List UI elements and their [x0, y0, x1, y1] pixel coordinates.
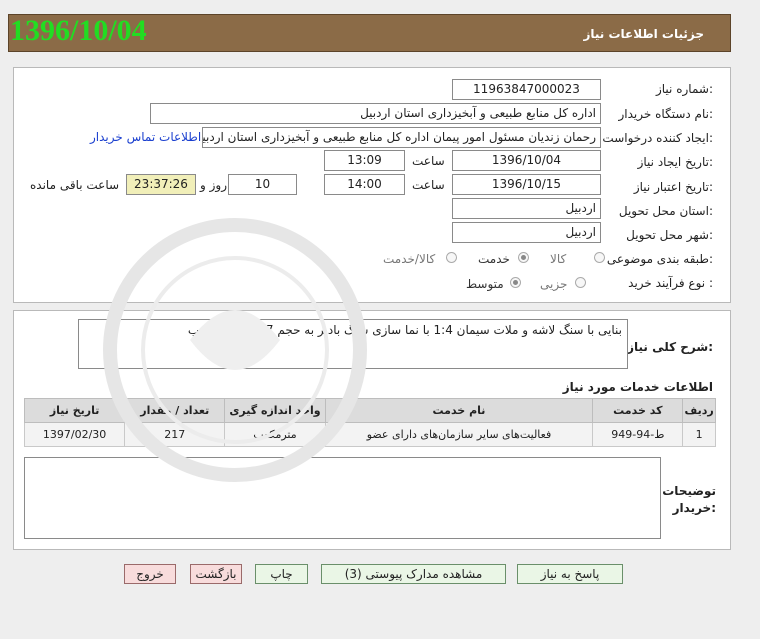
col-service-code: کد خدمت — [592, 398, 684, 423]
need-number-label: شماره نیاز: — [655, 82, 713, 96]
creator-label: ایجاد کننده درخواست: — [602, 131, 713, 145]
days-label: روز و — [200, 178, 227, 192]
validity-time-label: ساعت — [412, 178, 445, 192]
remaining-time-field: 23:37:26 — [126, 174, 196, 195]
city-label: شهر محل تحویل: — [626, 228, 713, 242]
description-textarea: بنایی با سنگ لاشه و ملات سیمان 1:4 با نم… — [78, 319, 628, 369]
creator-field: رحمان زندیان مسئول امور پیمان اداره کل م… — [202, 127, 601, 148]
category-radio-service[interactable] — [518, 252, 529, 263]
contact-info-link[interactable]: اطلاعات تماس خریدار — [90, 130, 201, 144]
process-option-medium: متوسط — [466, 277, 504, 291]
buyer-notes-label-line1: توضیحات — [662, 484, 716, 498]
process-option-minor: جزیی — [540, 277, 568, 291]
category-option-goods: کالا — [550, 252, 567, 266]
category-label: طبقه بندی موضوعی: — [606, 252, 713, 266]
category-radio-goods-service[interactable] — [446, 252, 457, 263]
buyer-label: نام دستگاه خریدار: — [618, 107, 714, 121]
col-need-date: تاریخ نیاز — [23, 398, 126, 423]
created-date-field: 1396/10/04 — [452, 150, 601, 171]
province-field: اردبیل — [452, 198, 601, 219]
need-number-field: 11963847000023 — [452, 79, 601, 100]
remaining-time-label: ساعت باقی مانده — [30, 178, 120, 192]
cell-row: 1 — [682, 422, 716, 447]
page-title: جزئیات اطلاعات نیاز — [583, 27, 704, 41]
cell-service-code: ط-94-949 — [592, 422, 684, 447]
province-label: استان محل تحویل: — [618, 204, 713, 218]
exit-button[interactable]: خروج — [124, 564, 176, 584]
col-row: ردیف — [682, 398, 716, 423]
cell-quantity: 217 — [124, 422, 226, 447]
col-quantity: تعداد / مقدار — [124, 398, 226, 423]
cell-service-name: فعالیت‌های سایر سازمان‌های دارای عضو — [324, 422, 594, 447]
back-button[interactable]: بازگشت — [190, 564, 242, 584]
services-table: ردیف کد خدمت نام خدمت واحد اندازه گیری ت… — [23, 398, 716, 447]
category-option-goods-service: کالا/خدمت — [383, 252, 436, 266]
col-service-name: نام خدمت — [324, 398, 594, 423]
created-time-label: ساعت — [412, 154, 445, 168]
col-unit: واحد اندازه گیری — [224, 398, 326, 423]
process-radio-medium[interactable] — [510, 277, 521, 288]
view-attachments-button[interactable]: مشاهده مدارک پیوستی (3) — [321, 564, 506, 584]
category-option-service: خدمت — [478, 252, 510, 266]
table-header-row: ردیف کد خدمت نام خدمت واحد اندازه گیری ت… — [23, 398, 716, 423]
category-radio-goods[interactable] — [594, 252, 605, 263]
description-label: شرح کلی نیاز: — [627, 340, 713, 354]
validity-time-field: 14:00 — [324, 174, 405, 195]
validity-date-label: تاریخ اعتبار نیاز: — [633, 180, 713, 194]
buyer-notes-label-line2: خریدار: — [672, 501, 716, 515]
remaining-days-field: 10 — [228, 174, 297, 195]
table-row: 1 ط-94-949 فعالیت‌های سایر سازمان‌های دا… — [23, 422, 716, 447]
buyer-notes-textarea — [24, 457, 661, 539]
buyer-field: اداره کل منابع طبیعی و آبخیزداری استان ا… — [150, 103, 601, 124]
validity-date-field: 1396/10/15 — [452, 174, 601, 195]
print-button[interactable]: چاپ — [255, 564, 308, 584]
process-radio-minor[interactable] — [575, 277, 586, 288]
reply-button[interactable]: پاسخ به نیاز — [517, 564, 623, 584]
announcement-date: 1396/10/04 — [10, 14, 147, 47]
services-title: اطلاعات خدمات مورد نیاز — [562, 380, 713, 394]
city-field: اردبیل — [452, 222, 601, 243]
cell-unit: مترمکعب — [224, 422, 326, 447]
description-text: بنایی با سنگ لاشه و ملات سیمان 1:4 با نم… — [187, 323, 622, 337]
process-label: نوع فرآیند خرید : — [628, 276, 713, 290]
cell-need-date: 1397/02/30 — [23, 422, 126, 447]
created-time-field: 13:09 — [324, 150, 405, 171]
created-date-label: تاریخ ایجاد نیاز: — [637, 155, 713, 169]
